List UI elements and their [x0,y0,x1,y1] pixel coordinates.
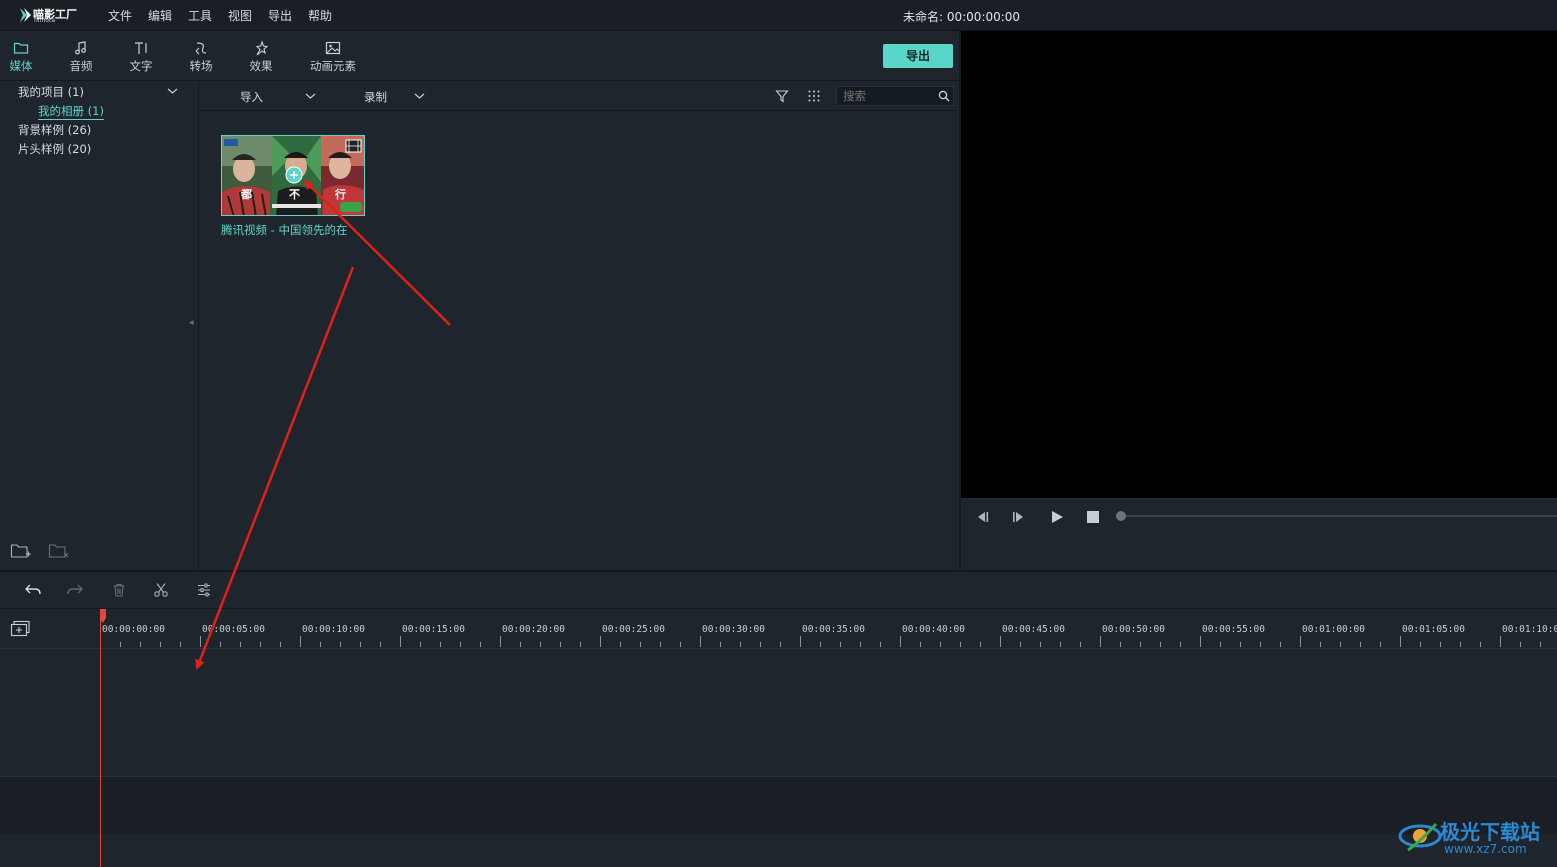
sidebar-item-background-samples[interactable]: 背景样例 (26) [18,122,91,138]
ruler-tick-label: 00:00:10:00 [302,624,365,635]
tab-media[interactable]: 媒体 [0,34,49,78]
text-icon [135,42,147,54]
ruler-tick-label: 00:00:50:00 [1102,624,1165,635]
media-thumbnail[interactable]: 都 不 行 [221,135,365,216]
media-item-caption[interactable]: 腾讯视频 - 中国领先的在 [221,222,347,238]
site-watermark: 极光下载站 www.xz7.com [1398,812,1548,860]
effects-icon [255,40,269,56]
search-box [836,86,954,106]
search-input[interactable] [843,88,933,104]
project-title: 未命名: 00:00:00:00 [903,10,1021,24]
music-note-icon [75,41,86,55]
play-icon[interactable] [1049,509,1065,525]
filter-icon[interactable] [775,89,789,103]
import-dropdown-chevron-icon[interactable] [305,91,316,101]
menu-tools[interactable]: 工具 [188,7,212,24]
ruler-tick-label: 00:00:20:00 [502,624,565,635]
menu-export[interactable]: 导出 [268,7,292,24]
tab-effects[interactable]: 效果 [233,34,289,78]
empty-track[interactable] [0,834,1557,867]
tab-media-label: 媒体 [9,59,33,73]
ruler-tick-label: 00:01:05:00 [1402,624,1465,635]
delete-folder-icon[interactable] [48,542,70,560]
undo-icon[interactable] [24,582,42,598]
watermark-logo-icon [1398,823,1442,852]
timeline-toolbar [0,570,1557,609]
tab-elements-label: 动画元素 [310,59,356,73]
delete-icon[interactable] [111,582,127,598]
ruler-tick-label: 00:01:10:00 [1502,624,1557,635]
import-button[interactable]: 导入 [240,89,263,105]
audio-track[interactable] [0,777,1557,834]
ruler-tick-label: 00:00:45:00 [1002,624,1065,635]
menu-view[interactable]: 视图 [228,7,252,24]
menu-edit[interactable]: 编辑 [148,7,172,24]
redo-icon[interactable] [66,582,84,598]
tab-text[interactable]: 文字 [113,34,169,78]
image-icon [325,41,341,55]
add-track-icon[interactable] [10,620,32,638]
split-scissors-icon[interactable] [153,582,169,598]
video-thumbnail-image: 都 不 行 [222,136,364,215]
thumb-subtitle-char-3: 行 [334,187,346,201]
ruler-tick-marks [100,636,1541,647]
preview-progress-knob[interactable] [1116,511,1126,521]
app-logo: 喵影工厂 filmora [18,5,88,25]
ruler-tick-label: 00:00:40:00 [902,624,965,635]
preview-progress-track[interactable] [1121,515,1557,517]
transition-icon [195,42,207,55]
tab-elements[interactable]: 动画元素 [303,34,363,78]
sidebar-item-my-album[interactable]: 我的相册 (1) [38,103,104,120]
logo-icon [20,8,31,22]
tab-effects-label: 效果 [249,59,273,73]
thumb-subtitle-char-2: 不 [289,188,300,201]
tab-text-label: 文字 [129,59,153,73]
ruler-tick-label: 00:00:30:00 [702,624,765,635]
playhead[interactable] [100,612,101,867]
stop-icon[interactable] [1086,510,1100,524]
thumb-subtitle-char-1: 都 [240,187,252,201]
ruler-tick-label: 00:00:35:00 [802,624,865,635]
export-button[interactable]: 导出 [883,44,953,68]
preview-viewport [961,31,1557,498]
menu-help[interactable]: 帮助 [308,7,332,24]
adjust-settings-icon[interactable] [196,582,212,598]
new-folder-icon[interactable] [10,542,32,560]
ruler-tick-label: 00:00:55:00 [1202,624,1265,635]
chevron-down-icon[interactable] [167,86,178,96]
tab-audio[interactable]: 音频 [53,34,109,78]
ruler-tick-label: 00:00:00:00 [102,624,165,635]
watermark-url: www.xz7.com [1444,842,1527,856]
video-track[interactable] [0,649,1557,777]
ruler-tick-label: 00:01:00:00 [1302,624,1365,635]
ruler-tick-label: 00:00:15:00 [402,624,465,635]
ruler-tick-label: 00:00:25:00 [602,624,665,635]
menu-file[interactable]: 文件 [108,7,132,24]
sidebar-item-my-project[interactable]: 我的项目 (1) [18,84,84,100]
watermark-title: 极光下载站 [1440,820,1540,844]
record-button[interactable]: 录制 [364,89,387,105]
logo-sub: filmora [34,17,56,24]
record-dropdown-chevron-icon[interactable] [414,91,425,101]
sidebar-item-intro-samples[interactable]: 片头样例 (20) [18,141,91,157]
search-icon[interactable] [938,90,950,102]
previous-frame-icon[interactable] [974,509,990,525]
next-frame-icon[interactable] [1011,509,1027,525]
tab-audio-label: 音频 [69,59,93,73]
grid-view-icon[interactable] [807,89,821,103]
tab-transition-label: 转场 [189,59,213,73]
playhead-marker-icon[interactable] [99,609,107,623]
tab-transition[interactable]: 转场 [173,34,229,78]
ruler-tick-label: 00:00:05:00 [202,624,265,635]
folder-icon [13,42,29,54]
collapse-sidebar-handle[interactable]: ◂ [189,318,194,328]
